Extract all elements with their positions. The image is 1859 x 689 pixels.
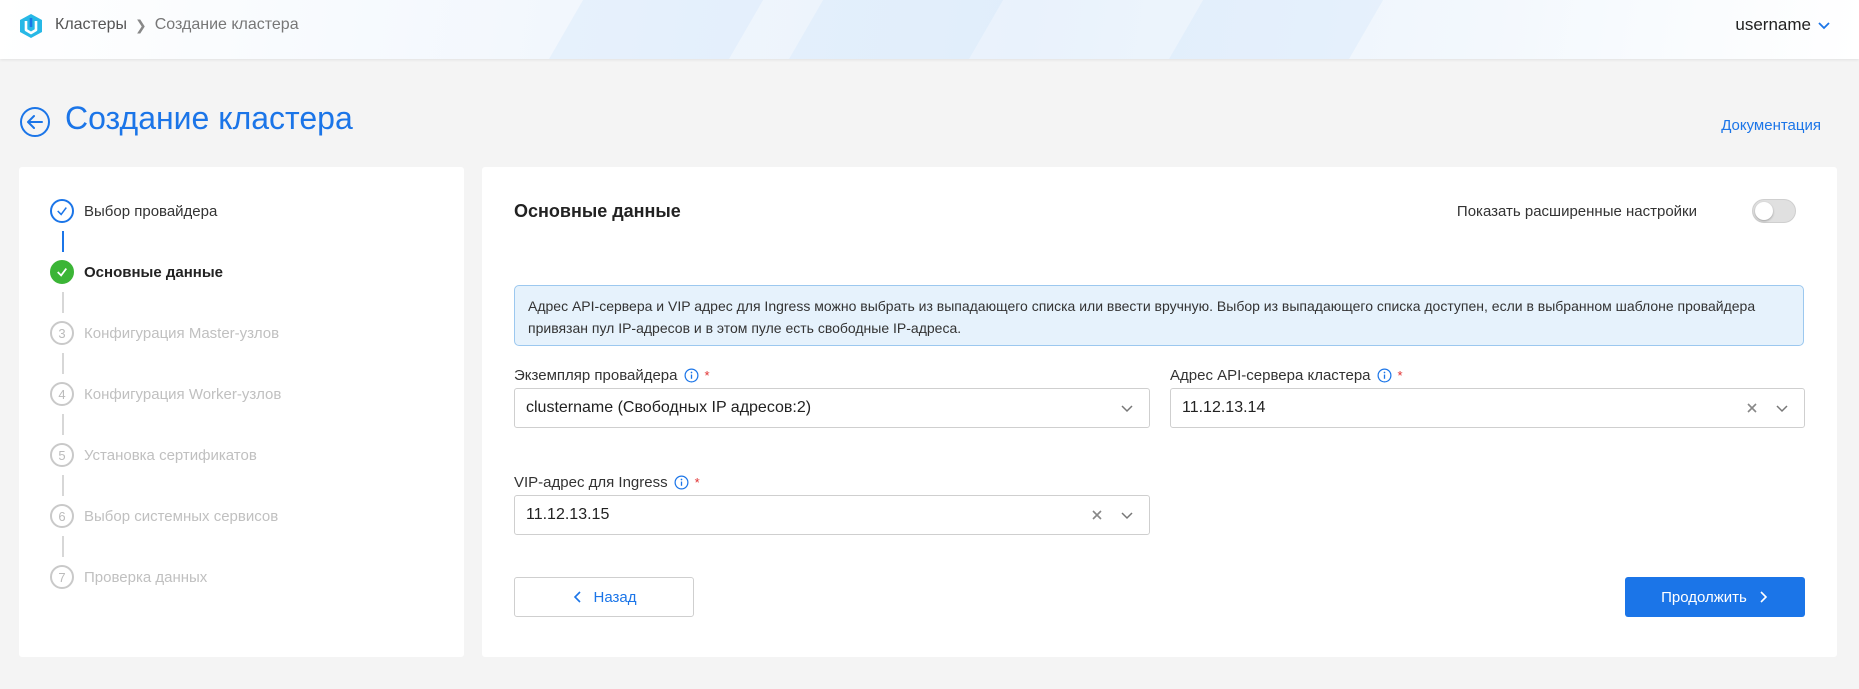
step-certificates: 5 Установка сертификатов bbox=[50, 443, 257, 467]
chevron-down-icon[interactable] bbox=[1117, 508, 1137, 522]
info-icon[interactable] bbox=[1377, 368, 1392, 383]
page-title: Создание кластера bbox=[65, 100, 353, 136]
step-label: Проверка данных bbox=[84, 568, 208, 586]
info-icon[interactable] bbox=[674, 475, 689, 490]
step-number: 4 bbox=[50, 382, 74, 406]
step-label: Установка сертификатов bbox=[84, 446, 257, 464]
vip-address-label-text: VIP-адрес для Ingress bbox=[514, 474, 668, 491]
chevron-left-icon bbox=[573, 591, 581, 603]
step-number: 6 bbox=[50, 504, 74, 528]
top-bar: Кластеры ❯ Создание кластера username bbox=[0, 0, 1859, 59]
step-system-services: 6 Выбор системных сервисов bbox=[50, 504, 278, 528]
step-provider[interactable]: Выбор провайдера bbox=[50, 199, 217, 223]
back-arrow-icon[interactable] bbox=[19, 106, 51, 138]
documentation-link[interactable]: Документация bbox=[1721, 117, 1821, 134]
step-connector bbox=[62, 353, 64, 374]
required-mark: * bbox=[694, 475, 700, 490]
step-label: Основные данные bbox=[84, 263, 223, 281]
step-connector bbox=[62, 292, 64, 313]
chevron-down-icon[interactable] bbox=[1772, 401, 1792, 415]
vip-address-select-value: 11.12.13.15 bbox=[526, 506, 610, 523]
provider-label-text: Экземпляр провайдера bbox=[514, 367, 678, 384]
vip-address-select[interactable]: 11.12.13.15 bbox=[514, 495, 1150, 535]
api-address-select[interactable]: 11.12.13.14 bbox=[1170, 388, 1805, 428]
info-icon[interactable] bbox=[684, 368, 699, 383]
step-label: Конфигурация Master-узлов bbox=[84, 324, 280, 342]
section-title: Основные данные bbox=[514, 201, 681, 221]
step-connector bbox=[62, 414, 64, 435]
check-icon bbox=[50, 199, 74, 223]
check-icon bbox=[50, 260, 74, 284]
form-card: Основные данные Показать расширенные нас… bbox=[482, 167, 1837, 657]
continue-button-label: Продолжить bbox=[1661, 588, 1747, 606]
provider-select[interactable]: clustername (Свободных IP адресов:2) bbox=[514, 388, 1150, 428]
step-worker-config: 4 Конфигурация Worker-узлов bbox=[50, 382, 281, 406]
chevron-right-icon bbox=[1760, 591, 1768, 603]
step-basic-data[interactable]: Основные данные bbox=[50, 260, 223, 284]
step-master-config: 3 Конфигурация Master-узлов bbox=[50, 321, 279, 345]
username: username bbox=[1735, 15, 1811, 34]
back-button[interactable]: Назад bbox=[514, 577, 694, 617]
info-alert: Адрес API-сервера и VIP адрес для Ingres… bbox=[514, 285, 1804, 346]
continue-button[interactable]: Продолжить bbox=[1625, 577, 1805, 617]
breadcrumb-clusters-link[interactable]: Кластеры bbox=[55, 16, 127, 34]
chevron-down-icon[interactable] bbox=[1117, 401, 1137, 415]
chevron-down-icon bbox=[1818, 22, 1830, 30]
step-label: Выбор системных сервисов bbox=[84, 507, 279, 525]
step-review: 7 Проверка данных bbox=[50, 565, 207, 589]
advanced-settings-toggle[interactable] bbox=[1752, 199, 1796, 223]
step-connector bbox=[62, 475, 64, 496]
step-number: 5 bbox=[50, 443, 74, 467]
step-label: Конфигурация Worker-узлов bbox=[84, 385, 282, 403]
advanced-settings-label: Показать расширенные настройки bbox=[1456, 203, 1697, 220]
step-label: Выбор провайдера bbox=[84, 202, 218, 220]
clear-icon[interactable] bbox=[1740, 401, 1764, 415]
vip-address-label: VIP-адрес для Ingress * bbox=[514, 474, 700, 491]
provider-select-value: clustername (Свободных IP адресов:2) bbox=[526, 399, 812, 416]
provider-label: Экземпляр провайдера * bbox=[514, 367, 710, 384]
user-menu[interactable]: username bbox=[1735, 15, 1831, 35]
step-connector bbox=[62, 536, 64, 557]
breadcrumb-current: Создание кластера bbox=[154, 16, 299, 33]
step-connector bbox=[62, 231, 64, 252]
api-address-label: Адрес API-сервера кластера * bbox=[1170, 367, 1403, 384]
app-logo-icon[interactable] bbox=[18, 13, 44, 39]
api-address-label-text: Адрес API-сервера кластера bbox=[1170, 367, 1371, 384]
breadcrumb-separator-icon: ❯ bbox=[135, 16, 147, 33]
api-address-select-value: 11.12.13.14 bbox=[1182, 399, 1266, 416]
wizard-stepper: Выбор провайдера Основные данные 3 Конфи… bbox=[19, 167, 464, 657]
required-mark: * bbox=[1397, 368, 1403, 383]
breadcrumb: Кластеры ❯ Создание кластера bbox=[55, 16, 299, 34]
step-number: 7 bbox=[50, 565, 74, 589]
clear-icon[interactable] bbox=[1085, 508, 1109, 522]
step-number: 3 bbox=[50, 321, 74, 345]
toggle-knob bbox=[1755, 202, 1773, 220]
back-button-label: Назад bbox=[593, 588, 637, 606]
required-mark: * bbox=[704, 368, 710, 383]
